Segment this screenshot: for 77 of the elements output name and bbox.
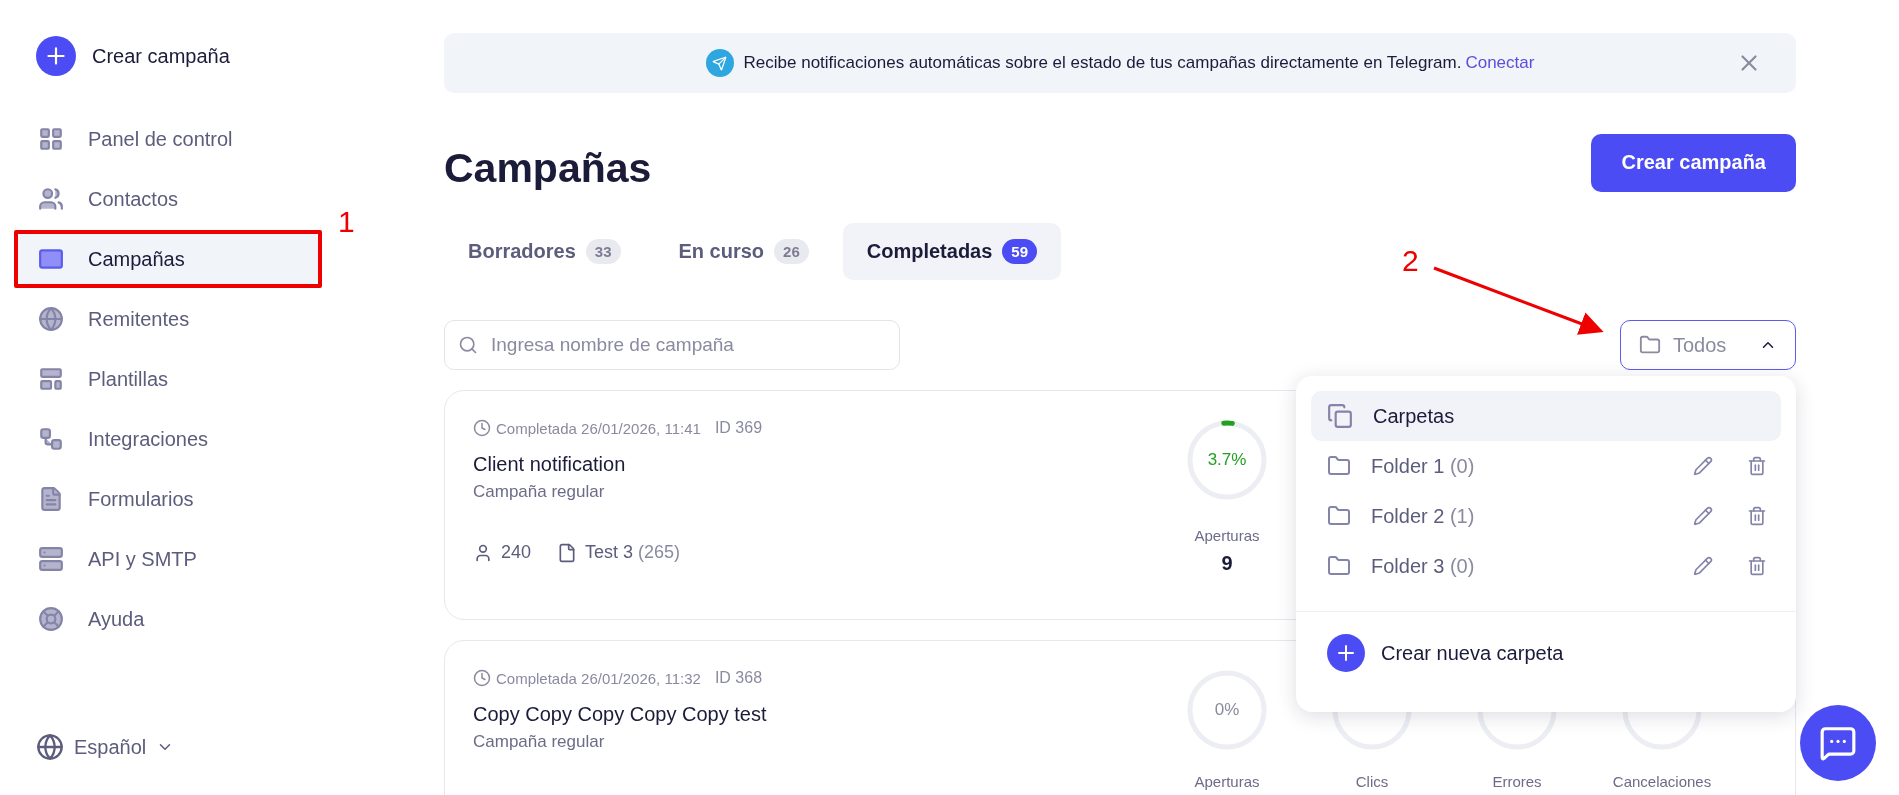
status-text: Completada 26/01/2026, 11:32: [496, 669, 701, 687]
nav-item[interactable]: Formularios: [18, 474, 318, 524]
stat-label: Aperturas: [1194, 527, 1260, 544]
folder-item[interactable]: Folder 1 (0): [1311, 441, 1781, 491]
folder-icon: [1327, 504, 1351, 528]
nav-item[interactable]: API y SMTP: [18, 534, 318, 584]
edit-button[interactable]: [1693, 456, 1713, 476]
recipient-count: 240: [501, 542, 532, 563]
annotation-number: 1: [338, 205, 355, 239]
search-field[interactable]: Ingresa nombre de campaña: [444, 320, 900, 370]
file-icon: [557, 542, 578, 563]
stat-label: Errores: [1492, 773, 1542, 790]
search-icon: [458, 335, 478, 355]
nav-item[interactable]: Ayuda: [18, 594, 318, 644]
folder-item[interactable]: Folder 2 (1): [1311, 491, 1781, 541]
globe-icon: [36, 733, 64, 761]
tab[interactable]: En curso 26: [654, 223, 833, 280]
paper-plane-icon: [705, 49, 734, 77]
edit-button[interactable]: [1693, 506, 1713, 526]
delete-button[interactable]: [1747, 456, 1767, 476]
campaign-type: Campaña regular: [473, 482, 606, 502]
count-badge: 59: [1002, 239, 1038, 264]
language-select[interactable]: Español: [18, 733, 444, 761]
plus-icon: [1327, 634, 1365, 672]
nav-icon: [38, 486, 64, 512]
folder-filter[interactable]: Todos: [1620, 320, 1796, 370]
copy-icon: [1327, 403, 1353, 429]
edit-button[interactable]: [1693, 556, 1713, 576]
nav-icon: [38, 306, 64, 332]
delete-button[interactable]: [1747, 556, 1767, 576]
folder-item[interactable]: Folder 3 (0): [1311, 541, 1781, 591]
campaign-id: ID 369: [714, 419, 763, 437]
percent-value: 0%: [1214, 700, 1240, 720]
nav-icon: [38, 186, 64, 212]
stat-label: Clics: [1355, 773, 1389, 790]
clock-icon: [473, 419, 491, 437]
nav-icon: [38, 546, 64, 572]
percent-value: 3.7%: [1207, 450, 1247, 470]
campaign-name[interactable]: Copy Copy Copy Copy Copy test: [473, 703, 767, 726]
tab[interactable]: Completadas 59: [842, 223, 1062, 280]
folders-header[interactable]: Carpetas: [1311, 391, 1781, 441]
banner-text: Recibe notificaciones automáticas sobre el estado de tus campañas directamente en Telegram. Conectar: [743, 53, 1535, 73]
tab[interactable]: Borradores 33: [444, 223, 645, 280]
campaign-id: ID 368: [714, 669, 763, 687]
create-campaign-button[interactable]: Crear campaña: [1591, 133, 1796, 192]
nav-icon: [38, 126, 64, 152]
page-title: Campañas: [444, 145, 652, 192]
campaign-name[interactable]: Client notification: [473, 453, 763, 476]
folder-icon: [1639, 334, 1661, 356]
status-text: Completada 26/01/2026, 11:41: [496, 419, 701, 437]
nav-icon: [38, 606, 64, 632]
create-campaign-button[interactable]: Crear campaña: [18, 36, 444, 76]
count-badge: 26: [774, 239, 809, 264]
nav-item[interactable]: Plantillas: [18, 354, 318, 404]
user-icon: [473, 542, 493, 563]
nav-item[interactable]: Integraciones: [18, 414, 318, 464]
nav-item[interactable]: Panel de control: [18, 114, 318, 164]
folder-icon: [1327, 554, 1351, 578]
folder-icon: [1327, 454, 1351, 478]
plus-icon: [36, 36, 76, 76]
clock-icon: [473, 669, 491, 687]
list-name: Test 3 (265): [585, 542, 681, 563]
stat-label: Aperturas: [1194, 773, 1260, 790]
stat-value: 9: [1221, 552, 1233, 575]
count-badge: 33: [585, 239, 621, 264]
annotation-number: 2: [1402, 244, 1419, 278]
nav-item[interactable]: Contactos: [18, 174, 318, 224]
stat-label: Cancelaciones: [1612, 773, 1712, 790]
nav-icon: [38, 366, 64, 392]
delete-button[interactable]: [1747, 506, 1767, 526]
create-folder-button[interactable]: Crear nueva carpeta: [1311, 612, 1781, 672]
nav-icon: [38, 426, 64, 452]
nav-item[interactable]: Remitentes: [18, 294, 318, 344]
chat-icon: [1819, 724, 1857, 762]
campaign-type: Campaña regular: [473, 732, 606, 752]
connect-link[interactable]: Conectar: [1465, 53, 1535, 72]
nav-icon: [38, 246, 64, 272]
